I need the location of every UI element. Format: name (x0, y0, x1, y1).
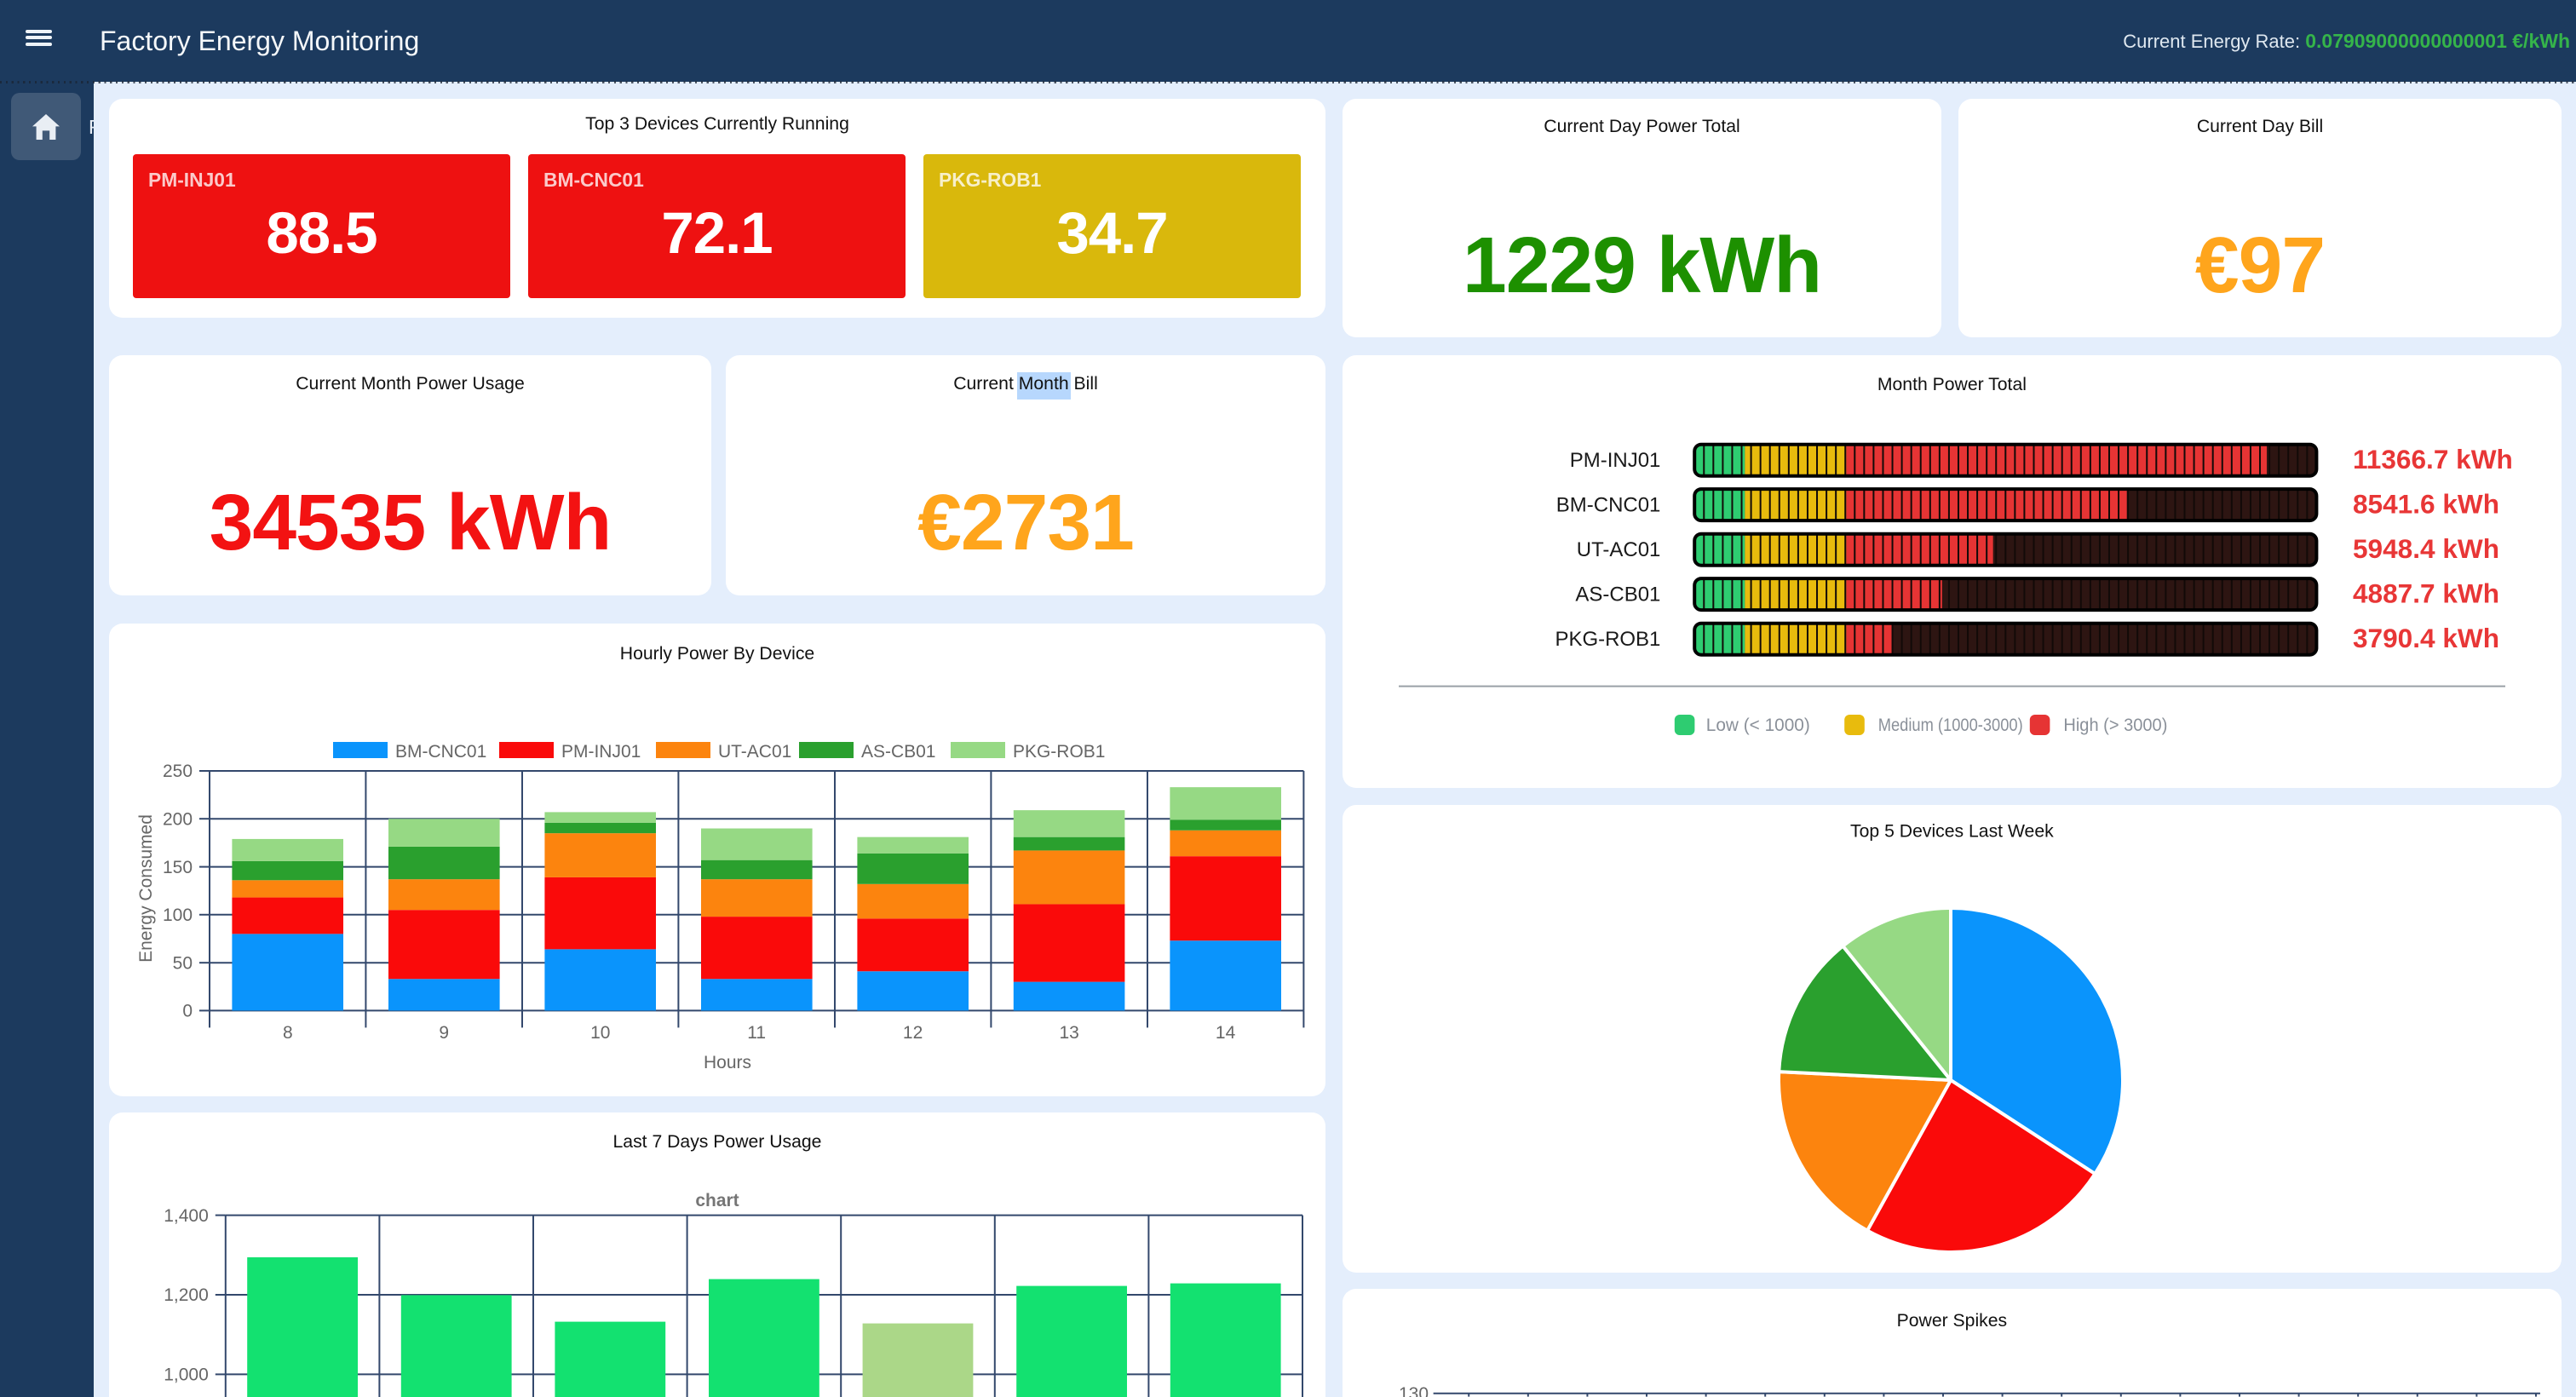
svg-text:PM-INJ01: PM-INJ01 (1570, 450, 1661, 473)
svg-text:1,400: 1,400 (164, 1206, 209, 1226)
svg-text:8541.6 kWh: 8541.6 kWh (2353, 489, 2499, 520)
svg-text:8: 8 (283, 1023, 293, 1043)
svg-text:PM-INJ01: PM-INJ01 (561, 742, 641, 762)
svg-text:Month Power Total: Month Power Total (1877, 375, 2027, 394)
svg-text:AS-CB01: AS-CB01 (861, 742, 935, 762)
svg-text:Energy Consumed: Energy Consumed (136, 814, 156, 963)
svg-text:BM-CNC01: BM-CNC01 (395, 742, 486, 762)
svg-text:BM-CNC01: BM-CNC01 (1556, 494, 1661, 517)
svg-text:3790.4 kWh: 3790.4 kWh (2353, 624, 2499, 654)
svg-text:PKG-ROB1: PKG-ROB1 (1555, 629, 1660, 652)
svg-text:chart: chart (695, 1191, 739, 1210)
svg-text:Low (< 1000): Low (< 1000) (1706, 716, 1810, 736)
svg-text:1,000: 1,000 (164, 1365, 209, 1385)
svg-text:11366.7 kWh: 11366.7 kWh (2353, 445, 2513, 475)
svg-text:Medium (1000-3000): Medium (1000-3000) (1878, 716, 2023, 736)
svg-text:PKG-ROB1: PKG-ROB1 (1013, 742, 1105, 762)
svg-text:UT-AC01: UT-AC01 (1577, 539, 1661, 562)
svg-text:UT-AC01: UT-AC01 (718, 742, 791, 762)
svg-text:5948.4 kWh: 5948.4 kWh (2353, 534, 2499, 565)
svg-text:130: 130 (1399, 1384, 1429, 1397)
svg-text:4887.7 kWh: 4887.7 kWh (2353, 578, 2499, 609)
svg-text:AS-CB01: AS-CB01 (1575, 584, 1660, 607)
svg-text:Last 7 Days Power Usage: Last 7 Days Power Usage (613, 1132, 822, 1152)
svg-text:50: 50 (173, 953, 193, 973)
svg-text:200: 200 (163, 809, 193, 829)
svg-text:100: 100 (163, 905, 193, 925)
svg-text:10: 10 (590, 1023, 610, 1043)
svg-text:250: 250 (163, 762, 193, 781)
svg-text:High (> 3000): High (> 3000) (2063, 716, 2167, 736)
svg-text:Top 5 Devices Last Week: Top 5 Devices Last Week (1850, 821, 2054, 841)
svg-text:Hours: Hours (704, 1053, 751, 1072)
svg-text:11: 11 (747, 1023, 766, 1043)
svg-text:13: 13 (1060, 1023, 1079, 1043)
svg-text:9: 9 (439, 1023, 449, 1043)
svg-text:0: 0 (182, 1002, 193, 1021)
svg-text:14: 14 (1216, 1023, 1236, 1043)
svg-text:12: 12 (903, 1023, 923, 1043)
svg-text:Power Spikes: Power Spikes (1897, 1311, 2008, 1331)
svg-text:1,200: 1,200 (164, 1285, 209, 1305)
svg-text:Hourly Power By Device: Hourly Power By Device (620, 644, 814, 664)
svg-text:150: 150 (163, 858, 193, 877)
